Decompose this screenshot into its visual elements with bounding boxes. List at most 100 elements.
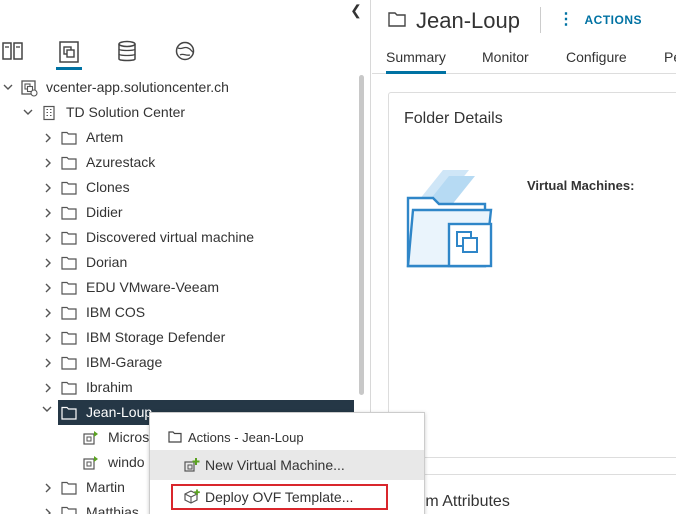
- folder-icon: [60, 350, 78, 375]
- tree-item-didier[interactable]: Didier: [0, 200, 355, 225]
- vms-templates-icon: [57, 40, 81, 64]
- chevron-down-icon[interactable]: [22, 100, 34, 125]
- folder-icon: [60, 200, 78, 225]
- collapse-navigator-button[interactable]: ❮: [346, 2, 366, 18]
- tree-item-discovered-virtual-machine[interactable]: Discovered virtual machine: [0, 225, 355, 250]
- database-icon: [116, 40, 138, 64]
- tree-item-artem[interactable]: Artem: [0, 125, 355, 150]
- tab-configure[interactable]: Configure: [566, 44, 627, 74]
- folder-icon: [168, 431, 182, 443]
- tab-hosts-clusters[interactable]: [0, 40, 26, 70]
- chevron-down-icon[interactable]: [42, 400, 52, 418]
- tree-item-clones[interactable]: Clones: [0, 175, 355, 200]
- chevron-right-icon[interactable]: [42, 250, 54, 275]
- tree-item-label: Micros: [108, 429, 150, 445]
- page-title: Jean-Loup: [416, 8, 520, 33]
- folder-icon: [60, 150, 78, 175]
- folder-icon: [60, 375, 78, 400]
- tab-vms-templates[interactable]: [56, 40, 82, 70]
- actions-button[interactable]: ⋮ ACTIONS: [558, 10, 642, 30]
- tree-item-label: Ibrahim: [86, 379, 133, 395]
- tree-item-label: Martin: [86, 479, 125, 495]
- new-vm-icon: [184, 457, 200, 473]
- tree-item-label: Clones: [86, 179, 130, 195]
- tree-item-label: TD Solution Center: [66, 104, 186, 120]
- tree-item-vcenter-app-solutioncenter-ch[interactable]: vcenter-app.solutioncenter.ch: [0, 75, 355, 100]
- folder-icon: [60, 500, 78, 514]
- chevron-right-icon[interactable]: [42, 125, 54, 150]
- deploy-ovf-template-label: Deploy OVF Template...: [205, 489, 354, 505]
- tree-item-ibm-cos[interactable]: IBM COS: [0, 300, 355, 325]
- tree-item-dorian[interactable]: Dorian: [0, 250, 355, 275]
- folder-details-title: Folder Details: [404, 110, 503, 127]
- chevron-right-icon[interactable]: [42, 375, 54, 400]
- chevron-right-icon[interactable]: [42, 225, 54, 250]
- tree-item-label: IBM-Garage: [86, 354, 163, 370]
- chevron-right-icon[interactable]: [42, 325, 54, 350]
- folder-icon: [388, 11, 406, 32]
- tree-item-label: windo: [108, 454, 145, 470]
- tree-item-edu-vmware-veeam[interactable]: EDU VMware-Veeam: [0, 275, 355, 300]
- scrollbar-thumb[interactable]: [359, 75, 364, 395]
- folder-icon: [60, 300, 78, 325]
- folder-details-card: Folder Details Virtual Machines:: [388, 92, 676, 458]
- tree-item-label: EDU VMware-Veeam: [86, 279, 220, 295]
- tree-item-label: Dorian: [86, 254, 128, 270]
- tab-networking[interactable]: [172, 40, 198, 70]
- datacenter-icon: [40, 100, 58, 125]
- context-menu: Actions - Jean-Loup New Virtual Machine.…: [149, 412, 425, 514]
- folder-icon: [60, 250, 78, 275]
- folder-icon: [60, 175, 78, 200]
- tree-item-azurestack[interactable]: Azurestack: [0, 150, 355, 175]
- chevron-right-icon[interactable]: [42, 175, 54, 200]
- tab-monitor[interactable]: Monitor: [482, 44, 529, 74]
- folder-icon: [60, 475, 78, 500]
- tree-item-label: Azurestack: [86, 154, 156, 170]
- new-virtual-machine-label: New Virtual Machine...: [205, 457, 345, 473]
- tree-item-td-solution-center[interactable]: TD Solution Center: [0, 100, 355, 125]
- tree-item-label: Matthias: [86, 504, 139, 514]
- vm-icon: [82, 450, 100, 475]
- vcenter-icon: [20, 75, 38, 100]
- chevron-right-icon[interactable]: [42, 275, 54, 300]
- hosts-icon: [1, 40, 25, 62]
- folder-icon: [60, 225, 78, 250]
- new-virtual-machine-menu-item[interactable]: New Virtual Machine...: [150, 450, 424, 480]
- chevron-right-icon[interactable]: [42, 350, 54, 375]
- tab-permissions[interactable]: Pe: [664, 44, 676, 74]
- tree-item-ibm-garage[interactable]: IBM-Garage: [0, 350, 355, 375]
- tree-item-label: Discovered virtual machine: [86, 229, 255, 245]
- chevron-down-icon[interactable]: [2, 75, 14, 100]
- vertical-ellipsis-icon: ⋮: [558, 11, 575, 28]
- tree-item-label: Jean-Loup: [86, 404, 153, 420]
- tree-item-ibrahim[interactable]: Ibrahim: [0, 375, 355, 400]
- tree-item-label: Artem: [86, 129, 124, 145]
- folder-icon: [60, 400, 78, 425]
- actions-label: ACTIONS: [584, 13, 642, 27]
- folder-vms-illustration: [405, 168, 497, 275]
- tab-storage[interactable]: [114, 40, 140, 70]
- deploy-ovf-template-menu-item[interactable]: Deploy OVF Template...: [150, 482, 424, 512]
- chevron-right-icon[interactable]: [42, 300, 54, 325]
- globe-icon: [174, 40, 196, 62]
- tree-item-label: IBM Storage Defender: [86, 329, 226, 345]
- virtual-machines-label: Virtual Machines:: [527, 178, 635, 193]
- tree-item-ibm-storage-defender[interactable]: IBM Storage Defender: [0, 325, 355, 350]
- context-menu-title: Actions - Jean-Loup: [188, 429, 304, 445]
- chevron-right-icon[interactable]: [42, 200, 54, 225]
- chevron-right-icon[interactable]: [42, 500, 54, 514]
- deploy-ovf-icon: [184, 489, 200, 505]
- tree-item-label: IBM COS: [86, 304, 146, 320]
- folder-icon: [60, 325, 78, 350]
- folder-icon: [60, 125, 78, 150]
- tree-item-label: vcenter-app.solutioncenter.ch: [46, 79, 229, 95]
- chevron-right-icon[interactable]: [42, 475, 54, 500]
- tab-summary[interactable]: Summary: [386, 44, 446, 74]
- object-tabs: Summary Monitor Configure Pe: [372, 44, 676, 74]
- folder-icon: [60, 275, 78, 300]
- chevron-left-icon: ❮: [350, 2, 362, 18]
- navigator-tabs: [0, 36, 370, 72]
- object-header: Jean-Loup: [388, 6, 520, 36]
- custom-attributes-card: stom Attributes: [388, 474, 676, 514]
- chevron-right-icon[interactable]: [42, 150, 54, 175]
